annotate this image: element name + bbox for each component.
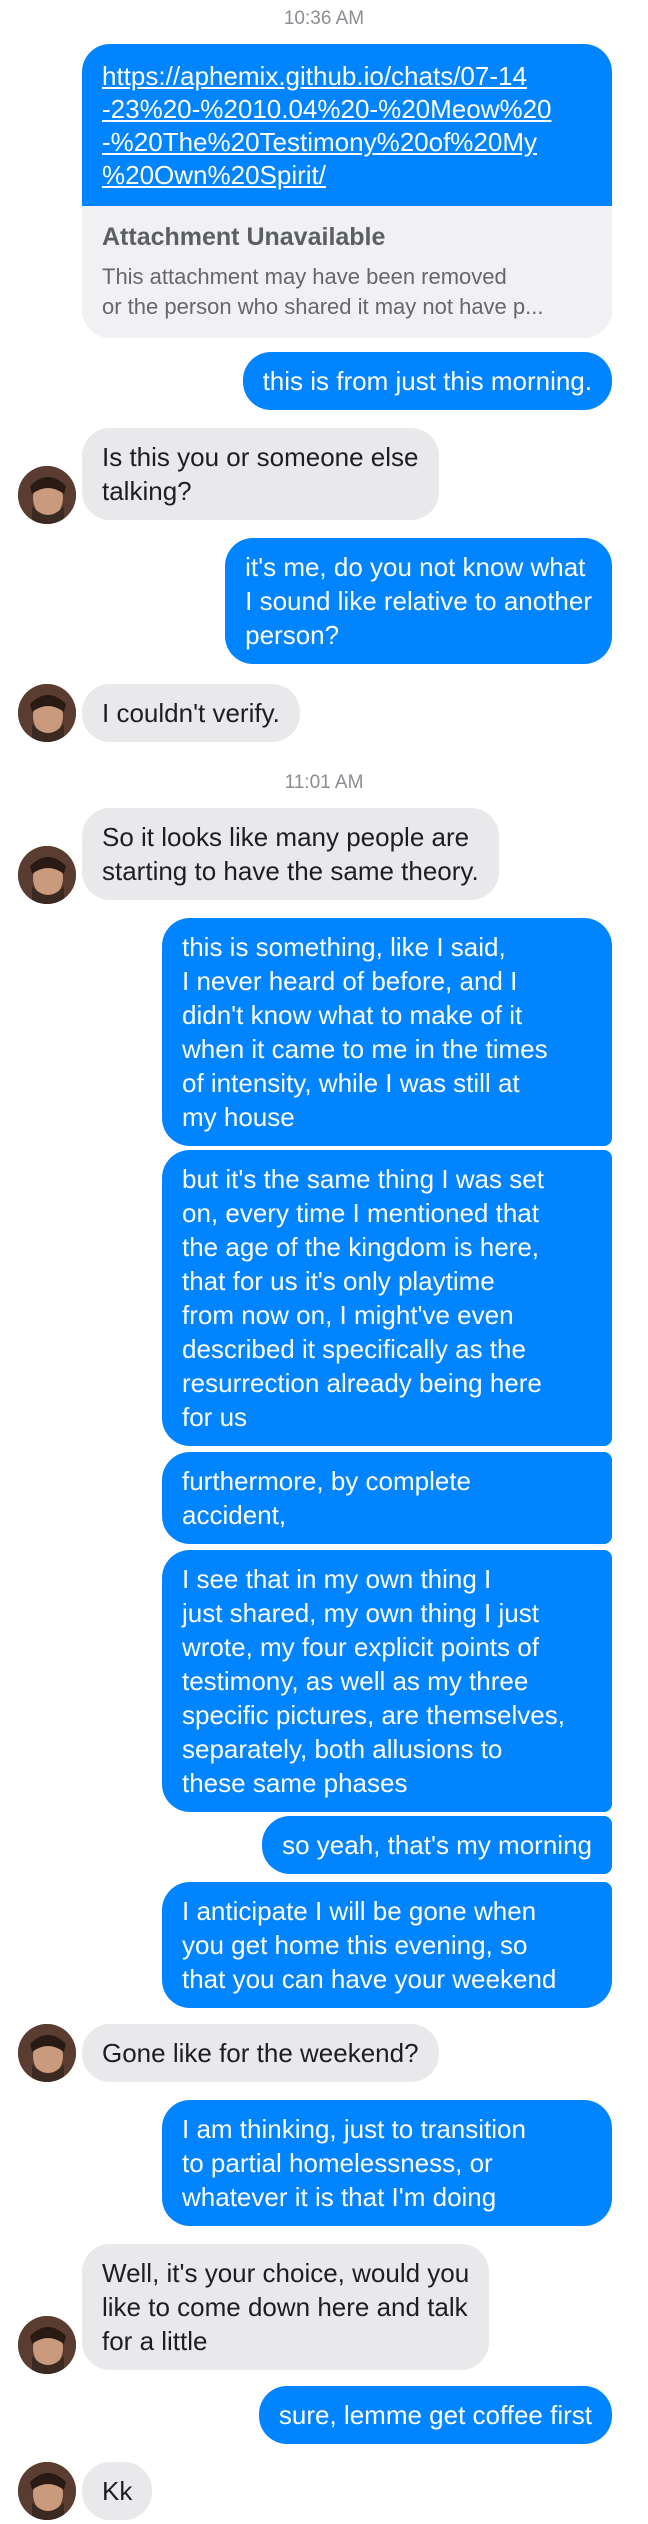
message-line: it's me, do you not know what — [245, 552, 586, 582]
message-line: described it specifically as the — [182, 1334, 526, 1364]
message-line: resurrection already being here — [182, 1368, 542, 1398]
message-line: from now on, I might've even — [182, 1300, 514, 1330]
message-line: I sound like relative to another — [245, 586, 592, 616]
message-line: my house — [182, 1102, 295, 1132]
message-line: Well, it's your choice, would you — [102, 2258, 470, 2288]
url-line: %20Own%20Spirit/ — [102, 160, 326, 190]
message-line: so yeah, that's my morning — [282, 1830, 592, 1860]
chat-thread: 10:36 AM https://aphemix.github.io/chats… — [0, 0, 648, 2524]
message-line: So it looks like many people are — [102, 822, 470, 852]
outgoing-message[interactable]: furthermore, by complete accident, — [162, 1452, 612, 1544]
avatar-photo-icon — [18, 2024, 76, 2082]
description-line: or the person who shared it may not have… — [102, 294, 544, 319]
contact-avatar[interactable] — [18, 2024, 76, 2082]
shared-link-attachment[interactable]: https://aphemix.github.io/chats/07-14 -2… — [82, 44, 612, 338]
message-line: furthermore, by complete — [182, 1466, 472, 1496]
avatar-photo-icon — [18, 846, 76, 904]
incoming-message[interactable]: I couldn't verify. — [82, 684, 300, 742]
message-line: this is something, like I said, — [182, 932, 506, 962]
message-line: on, every time I mentioned that — [182, 1198, 539, 1228]
message-line: I anticipate I will be gone when — [182, 1896, 537, 1926]
incoming-message[interactable]: Kk — [82, 2462, 153, 2520]
attachment-unavailable-panel: Attachment Unavailable This attachment m… — [82, 206, 612, 338]
message-line: I am thinking, just to transition — [182, 2114, 526, 2144]
outgoing-message[interactable]: it's me, do you not know what I sound li… — [225, 538, 612, 664]
message-line: that you can have your weekend — [182, 1964, 557, 1994]
shared-link-url[interactable]: https://aphemix.github.io/chats/07-14 -2… — [82, 44, 612, 206]
message-line: I couldn't verify. — [102, 698, 280, 728]
message-line: sure, lemme get coffee first — [278, 2400, 592, 2430]
incoming-message[interactable]: So it looks like many people are startin… — [82, 808, 499, 900]
message-line: specific pictures, are themselves, — [182, 1700, 565, 1730]
timestamp: 11:01 AM — [284, 772, 364, 793]
message-line: these same phases — [182, 1768, 408, 1798]
message-line: that for us it's only playtime — [182, 1266, 495, 1296]
message-line: to partial homelessness, or — [182, 2148, 493, 2178]
avatar-photo-icon — [18, 2316, 76, 2374]
timestamp: 10:36 AM — [283, 8, 365, 29]
attachment-title: Attachment Unavailable — [102, 223, 386, 251]
contact-avatar[interactable] — [18, 2316, 76, 2374]
message-line: you get home this evening, so — [182, 1930, 528, 1960]
outgoing-message[interactable]: this is something, like I said, I never … — [162, 918, 612, 1146]
contact-avatar[interactable] — [18, 466, 76, 524]
outgoing-message[interactable]: I am thinking, just to transition to par… — [162, 2100, 612, 2226]
outgoing-message[interactable]: this is from just this morning. — [242, 352, 612, 410]
message-line: testimony, as well as my three — [182, 1666, 529, 1696]
message-line: Gone like for the weekend? — [102, 2038, 419, 2068]
incoming-message[interactable]: Gone like for the weekend? — [82, 2024, 439, 2082]
incoming-message[interactable]: Is this you or someone else talking? — [82, 428, 439, 520]
outgoing-message[interactable]: so yeah, that's my morning — [262, 1816, 612, 1874]
outgoing-message[interactable]: sure, lemme get coffee first — [258, 2386, 612, 2444]
message-line: separately, both allusions to — [182, 1734, 503, 1764]
description-line: This attachment may have been removed — [102, 264, 507, 289]
message-line: when it came to me in the times — [182, 1034, 548, 1064]
message-line: I see that in my own thing I — [182, 1564, 492, 1594]
message-line: whatever it is that I'm doing — [182, 2182, 497, 2212]
avatar-photo-icon — [18, 684, 76, 742]
message-line: just shared, my own thing I just — [182, 1598, 539, 1628]
contact-avatar[interactable] — [18, 2462, 76, 2520]
message-line: person? — [245, 620, 340, 650]
message-line: wrote, my four explicit points of — [182, 1632, 539, 1662]
contact-avatar[interactable] — [18, 846, 76, 904]
message-line: like to come down here and talk — [102, 2292, 468, 2322]
message-line: but it's the same thing I was set — [182, 1164, 544, 1194]
url-line: -23%20-%2010.04%20-%20Meow%20 — [102, 94, 552, 124]
avatar-photo-icon — [18, 466, 76, 524]
message-line: this is from just this morning. — [262, 366, 592, 396]
outgoing-message[interactable]: I see that in my own thing I just shared… — [162, 1550, 612, 1812]
message-line: didn't know what to make of it — [182, 1000, 523, 1030]
url-line: -%20The%20Testimony%20of%20My — [102, 127, 537, 157]
message-line: accident, — [182, 1500, 287, 1530]
message-line: I never heard of before, and I — [182, 966, 518, 996]
message-line: starting to have the same theory. — [102, 856, 479, 886]
message-line: for us — [182, 1402, 248, 1432]
message-line: for a little — [102, 2326, 208, 2356]
message-line: Kk — [102, 2476, 133, 2506]
message-line: Is this you or someone else — [102, 442, 419, 472]
attachment-description: This attachment may have been removed or… — [102, 262, 592, 322]
avatar-photo-icon — [18, 2462, 76, 2520]
message-line: of intensity, while I was still at — [182, 1068, 520, 1098]
outgoing-message[interactable]: I anticipate I will be gone when you get… — [162, 1882, 612, 2008]
contact-avatar[interactable] — [18, 684, 76, 742]
url-line: https://aphemix.github.io/chats/07-14 — [102, 61, 527, 91]
incoming-message[interactable]: Well, it's your choice, would you like t… — [82, 2244, 490, 2370]
message-line: the age of the kingdom is here, — [182, 1232, 540, 1262]
outgoing-message[interactable]: but it's the same thing I was set on, ev… — [162, 1150, 612, 1446]
message-line: talking? — [102, 476, 192, 506]
